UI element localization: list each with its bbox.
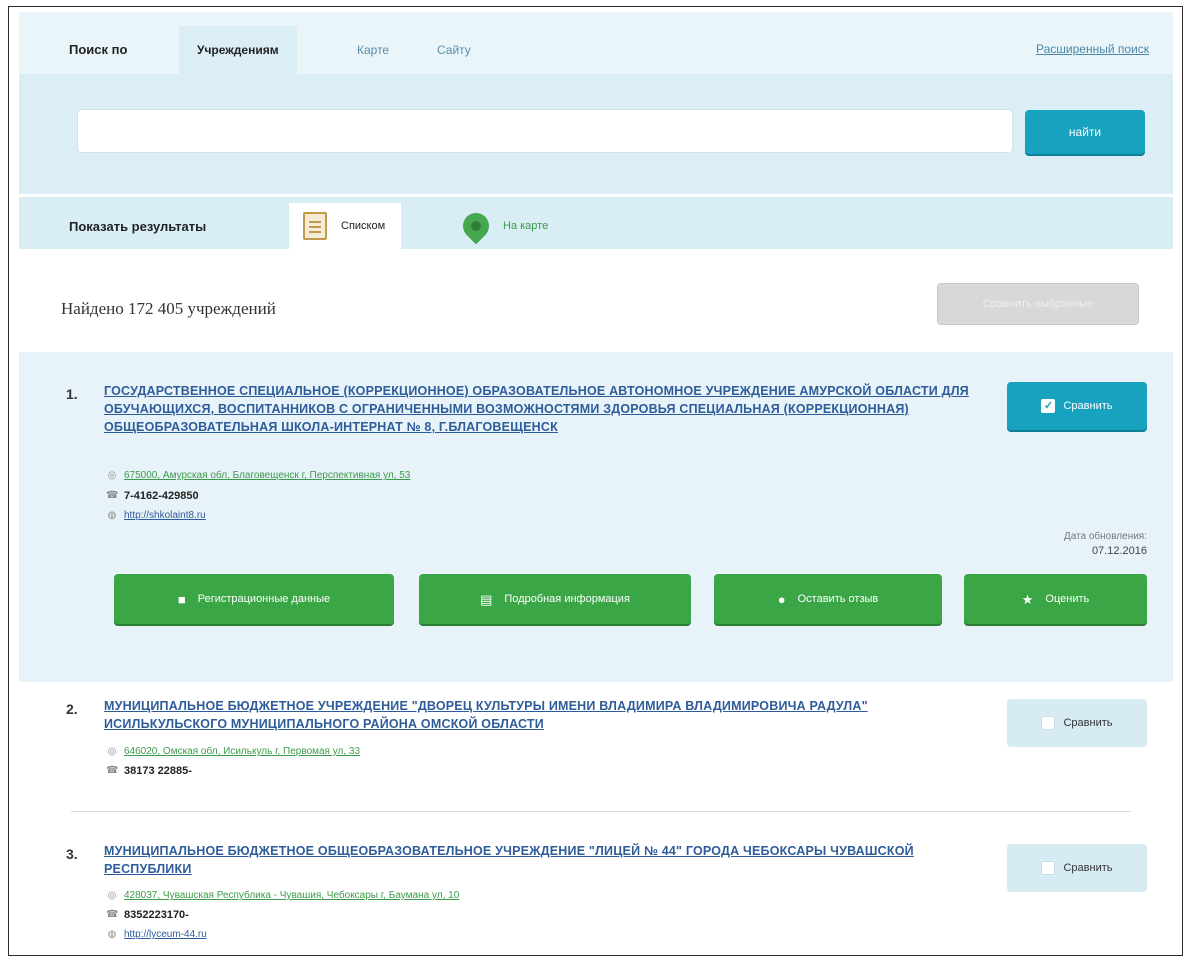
location-icon: ◎ xyxy=(107,470,117,481)
phone-number: 8352223170- xyxy=(124,909,189,921)
tab-site[interactable]: Сайту xyxy=(419,26,489,74)
list-view-label: Списком xyxy=(341,220,386,232)
phone-number: 7-4162-429850 xyxy=(124,490,199,502)
phone-line: ☎ 7-4162-429850 xyxy=(106,489,199,503)
checkbox-icon xyxy=(1041,716,1056,730)
result-number: 1. xyxy=(66,386,78,402)
registration-data-button[interactable]: ■ Регистрационные данные xyxy=(114,574,394,624)
checkbox-checked-icon: ✓ xyxy=(1041,399,1056,413)
website-link[interactable]: http://lyceum-44.ru xyxy=(124,928,207,942)
location-icon: ◎ xyxy=(107,890,117,901)
show-results-label: Показать результаты xyxy=(69,219,207,234)
phone-number: 38173 22885- xyxy=(124,765,192,777)
address-line: ◎ 646020, Омская обл, Исилькуль г, Перво… xyxy=(106,745,360,759)
phone-icon: ☎ xyxy=(106,909,119,920)
rate-button[interactable]: ★ Оценить xyxy=(964,574,1147,624)
address-line: ◎ 675000, Амурская обл, Благовещенск г, … xyxy=(106,469,411,483)
globe-icon: ◍ xyxy=(107,510,117,521)
result-item: 3. МУНИЦИПАЛЬНОЕ БЮДЖЕТНОЕ ОБЩЕОБРАЗОВАТ… xyxy=(19,822,1173,955)
tab-list-view[interactable]: Списком xyxy=(289,203,402,249)
compare-label: Сравнить xyxy=(1063,862,1113,874)
search-tabs-bar: Поиск по Учреждениям Карте Сайту Расшире… xyxy=(19,12,1173,74)
view-toggle-bar: Показать результаты Списком На карте xyxy=(19,197,1173,249)
compare-button[interactable]: ✓ Сравнить xyxy=(1007,382,1147,430)
update-date: 07.12.2016 xyxy=(1091,545,1147,557)
result-actions: ■ Регистрационные данные ▤ Подробная инф… xyxy=(114,574,1147,624)
map-view-label: На карте xyxy=(503,220,549,232)
browser-frame: Поиск по Учреждениям Карте Сайту Расшире… xyxy=(8,6,1183,956)
search-input[interactable] xyxy=(77,109,1013,153)
compare-label: Сравнить xyxy=(1063,400,1113,412)
website-line: ◍ http://lyceum-44.ru xyxy=(106,928,207,942)
address-link[interactable]: 675000, Амурская обл, Благовещенск г, Пе… xyxy=(124,469,410,483)
chat-bubble-icon: ● xyxy=(777,591,786,607)
detailed-info-label: Подробная информация xyxy=(504,593,630,605)
phone-line: ☎ 38173 22885- xyxy=(106,764,192,778)
phone-icon: ☎ xyxy=(106,490,119,501)
find-button[interactable]: найти xyxy=(1025,110,1145,154)
result-item: 2. МУНИЦИПАЛЬНОЕ БЮДЖЕТНОЕ УЧРЕЖДЕНИЕ "Д… xyxy=(19,687,1173,807)
leave-review-label: Оставить отзыв xyxy=(797,593,879,605)
location-icon: ◎ xyxy=(107,746,117,757)
search-panel: Поиск по Учреждениям Карте Сайту Расшире… xyxy=(19,12,1173,194)
divider xyxy=(71,811,1131,812)
star-icon: ★ xyxy=(1021,591,1034,607)
checkbox-icon xyxy=(1041,861,1056,875)
list-icon xyxy=(303,212,327,240)
compare-label: Сравнить xyxy=(1063,717,1113,729)
tab-map[interactable]: Карте xyxy=(339,26,407,74)
search-by-label: Поиск по xyxy=(69,42,128,57)
globe-icon: ◍ xyxy=(107,929,117,940)
compare-button[interactable]: Сравнить xyxy=(1007,844,1147,892)
result-title-link[interactable]: МУНИЦИПАЛЬНОЕ БЮДЖЕТНОЕ ОБЩЕОБРАЗОВАТЕЛЬ… xyxy=(104,842,974,878)
address-link[interactable]: 646020, Омская обл, Исилькуль г, Первома… xyxy=(124,745,360,759)
address-link[interactable]: 428037, Чувашская Республика - Чувашия, … xyxy=(124,889,459,903)
update-date-label: Дата обновления: xyxy=(1063,531,1147,542)
phone-line: ☎ 8352223170- xyxy=(106,908,189,922)
registration-data-label: Регистрационные данные xyxy=(197,593,331,605)
result-title-link[interactable]: МУНИЦИПАЛЬНОЕ БЮДЖЕТНОЕ УЧРЕЖДЕНИЕ "ДВОР… xyxy=(104,697,974,733)
compare-selected-button[interactable]: Сравнить выбранные xyxy=(937,283,1139,325)
result-number: 3. xyxy=(66,846,78,862)
tab-institutions[interactable]: Учреждениям xyxy=(179,26,297,74)
leave-review-button[interactable]: ● Оставить отзыв xyxy=(714,574,942,624)
detailed-info-button[interactable]: ▤ Подробная информация xyxy=(419,574,691,624)
update-info: Дата обновления: 07.12.2016 xyxy=(1064,529,1147,559)
results-count: Найдено 172 405 учреждений xyxy=(61,299,276,318)
map-pin-icon xyxy=(457,207,495,245)
website-link[interactable]: http://shkolaint8.ru xyxy=(124,509,206,523)
result-number: 2. xyxy=(66,701,78,717)
document-icon: ■ xyxy=(177,591,186,607)
phone-icon: ☎ xyxy=(106,765,119,776)
result-title-link[interactable]: ГОСУДАРСТВЕННОЕ СПЕЦИАЛЬНОЕ (КОРРЕКЦИОНН… xyxy=(104,382,974,436)
advanced-search-link[interactable]: Расширенный поиск xyxy=(1036,42,1149,56)
result-item: 1. ГОСУДАРСТВЕННОЕ СПЕЦИАЛЬНОЕ (КОРРЕКЦИ… xyxy=(19,352,1173,682)
website-line: ◍ http://shkolaint8.ru xyxy=(106,509,206,523)
info-sheet-icon: ▤ xyxy=(480,591,493,607)
rate-label: Оценить xyxy=(1045,593,1090,605)
compare-button[interactable]: Сравнить xyxy=(1007,699,1147,747)
tab-map-view[interactable]: На карте xyxy=(449,203,564,249)
address-line: ◎ 428037, Чувашская Республика - Чувашия… xyxy=(106,889,460,903)
